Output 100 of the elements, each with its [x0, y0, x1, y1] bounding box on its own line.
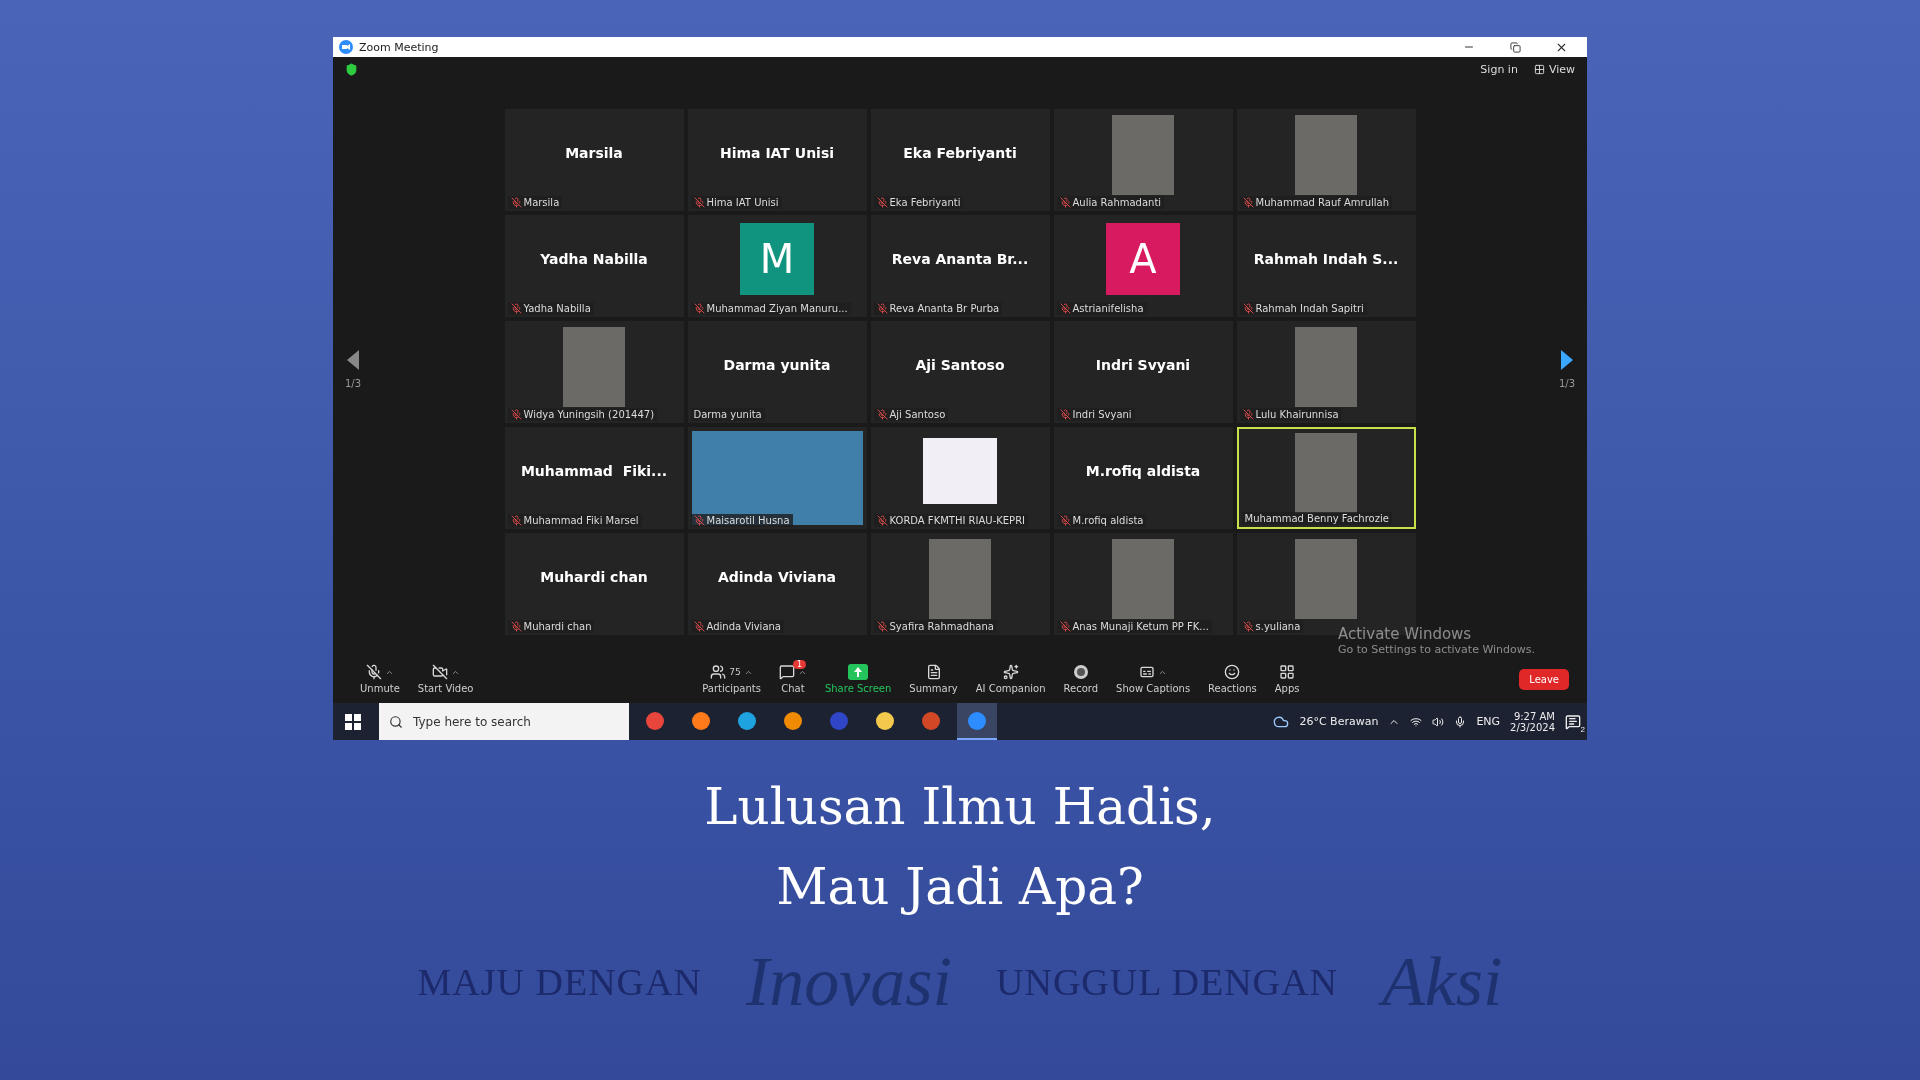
activation-title: Activate Windows: [1337, 625, 1473, 643]
participant-name: Eka Febriyanti: [903, 145, 1017, 161]
share-screen-icon: [848, 664, 869, 680]
mic-icon: [365, 664, 382, 680]
participant-label: Aulia Rahmadanti: [1056, 196, 1165, 209]
search-input[interactable]: Type here to search: [411, 713, 619, 730]
participant-label: M.rofiq aldista: [1056, 514, 1147, 527]
muted-mic-icon: [510, 197, 522, 208]
muted-mic-icon: [1059, 621, 1071, 632]
muted-mic-icon: [693, 303, 705, 314]
zoom-logo-icon: [339, 40, 353, 54]
video-icon: [431, 664, 448, 680]
participant-name: Reva Ananta Br...: [891, 251, 1029, 267]
participant-label: Hima IAT Unisi: [690, 196, 782, 209]
page-indicator: 1/3: [345, 377, 362, 389]
participants-button[interactable]: 75 Participants: [693, 664, 770, 694]
search-icon: [389, 714, 403, 729]
participant-label: Yadha Nabilla: [507, 302, 594, 315]
muted-mic-icon: [510, 303, 522, 314]
muted-mic-icon: [1059, 303, 1071, 314]
captions-icon: [1139, 664, 1156, 680]
participant-label: s.yuliana: [1239, 620, 1304, 633]
participant-name: Hima IAT Unisi: [719, 145, 835, 161]
participant-name: Muhammad Fiki...: [520, 463, 668, 479]
weather-text: 26°C Berawan: [1299, 715, 1379, 728]
shield-icon: [345, 62, 358, 76]
muted-mic-icon: [876, 621, 888, 632]
sign-in-button[interactable]: Sign in: [1480, 62, 1518, 76]
participant-name: M.rofiq aldista: [1085, 463, 1201, 479]
poster-headline: Mau Jadi Apa?: [776, 858, 1144, 916]
participant-label: Lulu Khairunnisa: [1239, 408, 1342, 421]
muted-mic-icon: [1242, 409, 1254, 420]
muted-mic-icon: [1242, 621, 1254, 632]
apps-button[interactable]: Apps: [1265, 664, 1309, 694]
activation-text: Go to Settings to activate Windows.: [1337, 643, 1535, 656]
taskbar-search-field[interactable]: Type here to search: [379, 703, 629, 740]
unread-badge: 1: [792, 660, 807, 669]
mic-icon: [1454, 715, 1467, 728]
participant-name: Indri Svyani: [1095, 357, 1191, 373]
view-button[interactable]: View: [1533, 62, 1575, 76]
muted-mic-icon: [1059, 515, 1071, 526]
summary-icon: [925, 664, 942, 680]
ai-icon: [1002, 664, 1019, 680]
muted-mic-icon: [693, 197, 705, 208]
participant-label: Muhammad Benny Fachrozie: [1241, 512, 1392, 525]
apps-icon: [1279, 664, 1296, 680]
participant-label: Darma yunita: [690, 408, 765, 421]
participant-label: KORDA FKMTHI RIAU-KEPRI: [873, 514, 1029, 527]
participant-name: Yadha Nabilla: [540, 251, 648, 267]
page-indicator: 1/3: [1558, 377, 1575, 389]
participant-label: Widya Yuningsih (201447): [507, 408, 658, 421]
notifications-icon: [1565, 713, 1581, 730]
next-page-button[interactable]: [1559, 347, 1575, 372]
volume-icon: [1432, 715, 1445, 728]
ai-button[interactable]: AI Companion: [966, 664, 1055, 694]
record-button[interactable]: Record: [1054, 664, 1108, 694]
participant-label: Muhammad Ziyan Manuru...: [690, 302, 851, 315]
participant-label: Muhardi chan: [507, 620, 595, 633]
participant-label: Muhammad Rauf Amrullah: [1239, 196, 1392, 209]
participant-name: Rahmah Indah S...: [1253, 251, 1399, 267]
participant-name: Adinda Viviana: [717, 569, 837, 585]
share-button[interactable]: Share Screen: [815, 664, 901, 694]
captions-button[interactable]: Show Captions: [1107, 664, 1200, 694]
reactions-icon: [1224, 664, 1241, 680]
participant-name: Aji Santoso: [915, 357, 1005, 373]
video-button[interactable]: Start Video: [408, 664, 483, 694]
participant-label: Reva Ananta Br Purba: [873, 302, 1003, 315]
muted-mic-icon: [876, 303, 888, 314]
clock[interactable]: 9:27 AM 2/3/2024: [1510, 710, 1555, 733]
network-icon: [1410, 715, 1423, 728]
summary-button[interactable]: Summary: [900, 664, 967, 694]
participant-label: Syafira Rahmadhana: [873, 620, 997, 633]
participants-icon: [710, 664, 727, 680]
participant-label: Anas Munaji Ketum PP FK...: [1056, 620, 1212, 633]
participant-label: Eka Febriyanti: [873, 196, 964, 209]
muted-mic-icon: [876, 515, 888, 526]
chat-icon: [778, 664, 795, 680]
language-indicator[interactable]: ENG: [1476, 715, 1501, 728]
mic-button[interactable]: Unmute: [351, 664, 409, 694]
reactions-button[interactable]: Reactions: [1199, 664, 1266, 694]
participant-label: Rahmah Indah Sapitri: [1239, 302, 1367, 315]
participant-avatar: M: [740, 223, 814, 295]
windows-icon: [345, 713, 361, 730]
leave-button[interactable]: Leave: [1519, 668, 1569, 690]
window-title: Zoom Meeting: [359, 40, 440, 54]
muted-mic-icon: [693, 515, 705, 526]
poster-headline: Lulusan Ilmu Hadis,: [704, 778, 1216, 836]
participant-label: Muhammad Fiki Marsel: [507, 514, 642, 527]
record-icon: [1072, 664, 1089, 680]
muted-mic-icon: [693, 621, 705, 632]
participant-label: Maisarotil Husna: [690, 514, 793, 527]
muted-mic-icon: [1242, 197, 1254, 208]
muted-mic-icon: [876, 197, 888, 208]
participant-name: Darma yunita: [723, 357, 831, 373]
previous-page-button[interactable]: [345, 347, 361, 372]
participant-avatar: A: [1106, 223, 1180, 295]
muted-mic-icon: [1059, 197, 1071, 208]
participant-label: Adinda Viviana: [690, 620, 784, 633]
muted-mic-icon: [510, 515, 522, 526]
muted-mic-icon: [1242, 303, 1254, 314]
